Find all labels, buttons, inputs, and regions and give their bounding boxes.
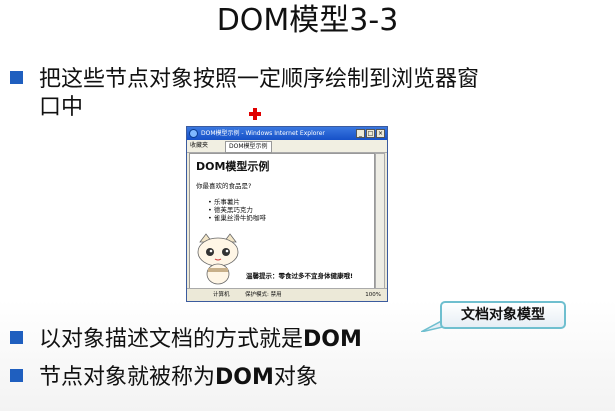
ie-logo-icon	[189, 129, 198, 138]
browser-tab: DOM模型示例	[225, 141, 272, 153]
browser-content: DOM模型示例 你最喜欢的食品是? 乐事薯片 德芙黑巧克力 雀巢丝滑牛奶咖啡 温…	[189, 153, 375, 290]
browser-titlebar: DOM模型示例 - Windows Internet Explorer _ □ …	[187, 127, 387, 140]
bullet-3-bold: DOM	[215, 365, 274, 390]
red-cross-icon	[249, 108, 261, 120]
bullet-1-line1: 把这些节点对象按照一定顺序绘制到浏览器窗	[39, 67, 480, 92]
bullet-1: 把这些节点对象按照一定顺序绘制到浏览器窗 口中	[10, 66, 600, 122]
list-item: 雀巢丝滑牛奶咖啡	[208, 214, 266, 222]
health-tip: 温馨提示：零食过多不宜身体健康哦!	[246, 272, 353, 280]
bullet-square-icon	[10, 331, 23, 344]
bullet-3: 节点对象就被称为DOM对象	[10, 364, 318, 392]
food-list: 乐事薯片 德芙黑巧克力 雀巢丝滑牛奶咖啡	[208, 198, 266, 222]
maximize-icon: □	[366, 129, 375, 138]
page-heading: DOM模型示例	[196, 160, 270, 173]
bullet-square-icon	[10, 369, 23, 382]
minimize-icon: _	[356, 129, 365, 138]
browser-statusbar: 计算机 保护模式: 禁用 100%	[187, 288, 387, 301]
bullet-2: 以对象描述文档的方式就是DOM	[10, 326, 362, 354]
bullet-square-icon	[10, 71, 23, 84]
bullet-2-bold: DOM	[303, 327, 362, 352]
scrollbar	[375, 153, 385, 290]
favorites-label: 收藏夹	[190, 142, 209, 149]
browser-window-title: DOM模型示例 - Windows Internet Explorer	[201, 130, 325, 137]
browser-window-screenshot: DOM模型示例 - Windows Internet Explorer _ □ …	[186, 126, 388, 302]
list-item: 乐事薯片	[208, 198, 266, 206]
bullet-1-line2: 口中	[39, 95, 84, 120]
dom-callout: 文档对象模型	[440, 301, 566, 329]
close-icon: ×	[376, 129, 385, 138]
food-question: 你最喜欢的食品是?	[196, 182, 252, 190]
status-computer: 计算机	[213, 292, 230, 298]
bullet-3-text: 节点对象就被称为	[39, 365, 216, 390]
status-protected-mode: 保护模式: 禁用	[245, 292, 282, 298]
cat-mascot-icon	[197, 233, 239, 285]
bullet-3-suffix: 对象	[273, 365, 318, 390]
slide-title: DOM模型3-3	[216, 3, 399, 38]
browser-toolbar: 收藏夹 DOM模型示例	[187, 140, 387, 153]
zoom-level: 100%	[365, 292, 381, 298]
list-item: 德芙黑巧克力	[208, 206, 266, 214]
bullet-2-text: 以对象描述文档的方式就是	[39, 327, 304, 352]
